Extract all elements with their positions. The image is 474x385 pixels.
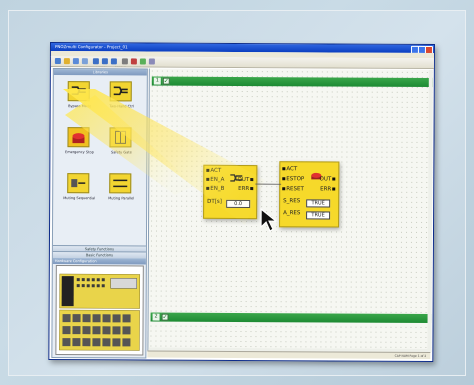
library-panel: Libraries Bypass Mode Two-Hand Ctrl Emer… — [51, 68, 148, 359]
new-icon[interactable] — [54, 58, 61, 65]
library-item-label: Two-Hand Ctrl — [109, 104, 134, 109]
param-label: A_RES — [283, 210, 301, 217]
pin-in[interactable]: RESET — [282, 186, 304, 193]
page-check-icon[interactable]: ✓ — [162, 77, 170, 85]
toolbar — [50, 56, 434, 70]
vertical-scrollbar[interactable] — [427, 69, 433, 353]
pointer-icon[interactable] — [121, 58, 128, 65]
function-block-estop[interactable]: ACT ESTOP RESET OUT ERR S_RES TRUE A_RES… — [279, 161, 340, 228]
library-item-label: Emergency Stop — [65, 150, 94, 155]
library-item[interactable]: Safety Gate — [101, 125, 141, 165]
pin-in[interactable]: EN_A — [206, 177, 224, 184]
paste-icon[interactable] — [110, 58, 117, 65]
cut-icon[interactable] — [92, 58, 99, 65]
app-window: PNOZmulti Configurator - Project_01 File… — [48, 42, 435, 363]
bypass-icon — [67, 81, 90, 102]
pin-out[interactable]: ERR — [320, 186, 336, 193]
zoom-icon[interactable] — [148, 58, 155, 65]
page-check-icon[interactable]: ✓ — [161, 313, 169, 321]
print-icon[interactable] — [81, 58, 88, 65]
function-block-bypass[interactable]: ACT EN_A EN_B OUT ERR DT[s] 0.0 — [203, 164, 258, 220]
preview-header: Hardware Configuration — [52, 258, 146, 265]
save-icon[interactable] — [72, 58, 79, 65]
mouse-cursor-icon — [260, 207, 278, 233]
library-item[interactable]: Muting Sequential — [59, 171, 99, 211]
param-value-field[interactable]: TRUE — [306, 211, 331, 220]
run-icon[interactable] — [139, 58, 146, 65]
pin-in[interactable]: EN_B — [206, 186, 224, 193]
library-item-label: Muting Sequential — [63, 196, 96, 201]
pin-out[interactable]: OUT — [238, 177, 255, 184]
library-item[interactable]: Two-Hand Ctrl — [102, 79, 142, 119]
library-item-label: Muting Parallel — [108, 196, 135, 201]
pin-in[interactable]: ACT — [206, 168, 221, 175]
copy-icon[interactable] — [101, 58, 108, 65]
muting-par-icon — [109, 173, 132, 194]
logic-canvas[interactable]: 1 ✓ 2 ✓ ACT EN_A EN_B OUT ERR DT[s] 0.0 — [147, 68, 433, 353]
library-item-label: Safety Gate — [111, 150, 132, 155]
param-label: S_RES — [283, 198, 301, 205]
param-value-field[interactable]: TRUE — [306, 199, 331, 208]
pin-out[interactable]: ERR — [238, 186, 254, 193]
safety-gate-icon — [109, 127, 132, 148]
hardware-image — [59, 273, 141, 351]
param-value-field[interactable]: 0.0 — [226, 199, 251, 209]
library-item-label: Bypass Mode — [68, 104, 92, 109]
pin-out[interactable]: OUT — [320, 176, 337, 183]
open-icon[interactable] — [63, 58, 70, 65]
page-number: 1 — [153, 77, 161, 85]
photo-background: PNOZmulti Configurator - Project_01 File… — [0, 0, 474, 385]
library-header: Libraries — [53, 69, 147, 76]
connection-line[interactable] — [255, 181, 282, 187]
status-text: CAP NUM Page 1 of 2 — [394, 353, 427, 358]
status-bar: CAP NUM Page 1 of 2 — [147, 350, 431, 359]
emergency-stop-icon — [67, 127, 90, 148]
param-label: DT[s] — [207, 198, 222, 205]
library-item[interactable]: Emergency Stop — [59, 125, 99, 165]
hardware-preview[interactable] — [55, 265, 144, 356]
page-band-1[interactable]: 1 ✓ — [151, 76, 433, 88]
muting-seq-icon — [67, 173, 90, 194]
library-item[interactable]: Bypass Mode — [60, 79, 100, 119]
pin-in[interactable]: ACT — [282, 166, 297, 173]
two-hand-icon — [109, 81, 132, 102]
stop-icon[interactable] — [130, 58, 137, 65]
library-item[interactable]: Muting Parallel — [101, 171, 141, 211]
page-band-2[interactable]: 2 ✓ — [150, 312, 432, 324]
page-number: 2 — [152, 313, 160, 321]
pin-in[interactable]: ESTOP — [282, 176, 304, 183]
